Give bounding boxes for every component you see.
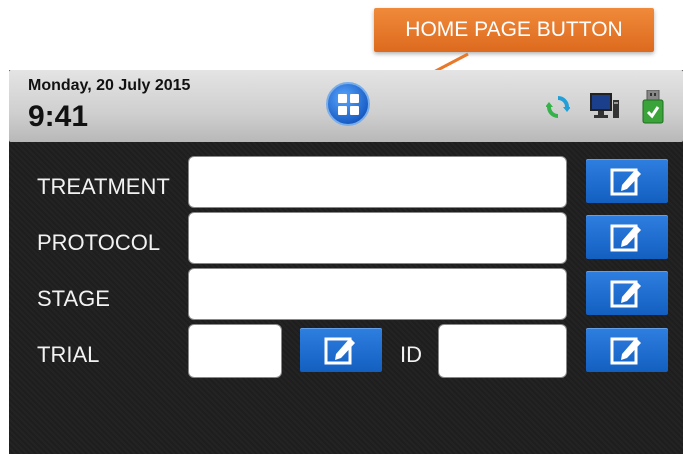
edit-icon xyxy=(610,168,641,196)
protocol-edit-button[interactable] xyxy=(586,215,668,259)
trial-field[interactable] xyxy=(189,325,281,377)
usb-drive-icon[interactable] xyxy=(642,90,664,124)
device-screen: Monday, 20 July 2015 9:41 TREATMENT PROT… xyxy=(9,70,683,454)
protocol-label: PROTOCOL xyxy=(37,230,161,255)
protocol-field[interactable] xyxy=(189,213,566,263)
network-computer-icon[interactable] xyxy=(589,92,621,122)
treatment-field[interactable] xyxy=(189,157,566,207)
edit-icon xyxy=(610,280,641,308)
edit-icon xyxy=(610,224,641,252)
top-status-bar: Monday, 20 July 2015 9:41 xyxy=(9,70,683,142)
home-page-button-callout: HOME PAGE BUTTON xyxy=(374,8,654,52)
time-display: 9:41 xyxy=(28,100,89,133)
home-grid-icon xyxy=(337,93,359,115)
home-page-button[interactable] xyxy=(326,82,370,126)
id-label: ID xyxy=(400,342,422,367)
refresh-icon[interactable] xyxy=(546,95,570,119)
stage-field[interactable] xyxy=(189,269,566,319)
trial-label: TRIAL xyxy=(37,342,100,367)
callout-text: HOME PAGE BUTTON xyxy=(405,18,623,41)
stage-edit-button[interactable] xyxy=(586,271,668,315)
date-display: Monday, 20 July 2015 xyxy=(28,77,191,94)
trial-edit-button[interactable] xyxy=(300,328,382,372)
treatment-edit-button[interactable] xyxy=(586,159,668,203)
treatment-label: TREATMENT xyxy=(37,174,170,199)
edit-icon xyxy=(324,337,355,365)
stage-label: STAGE xyxy=(37,286,110,311)
id-edit-button[interactable] xyxy=(586,328,668,372)
id-field[interactable] xyxy=(439,325,566,377)
edit-icon xyxy=(610,337,641,365)
